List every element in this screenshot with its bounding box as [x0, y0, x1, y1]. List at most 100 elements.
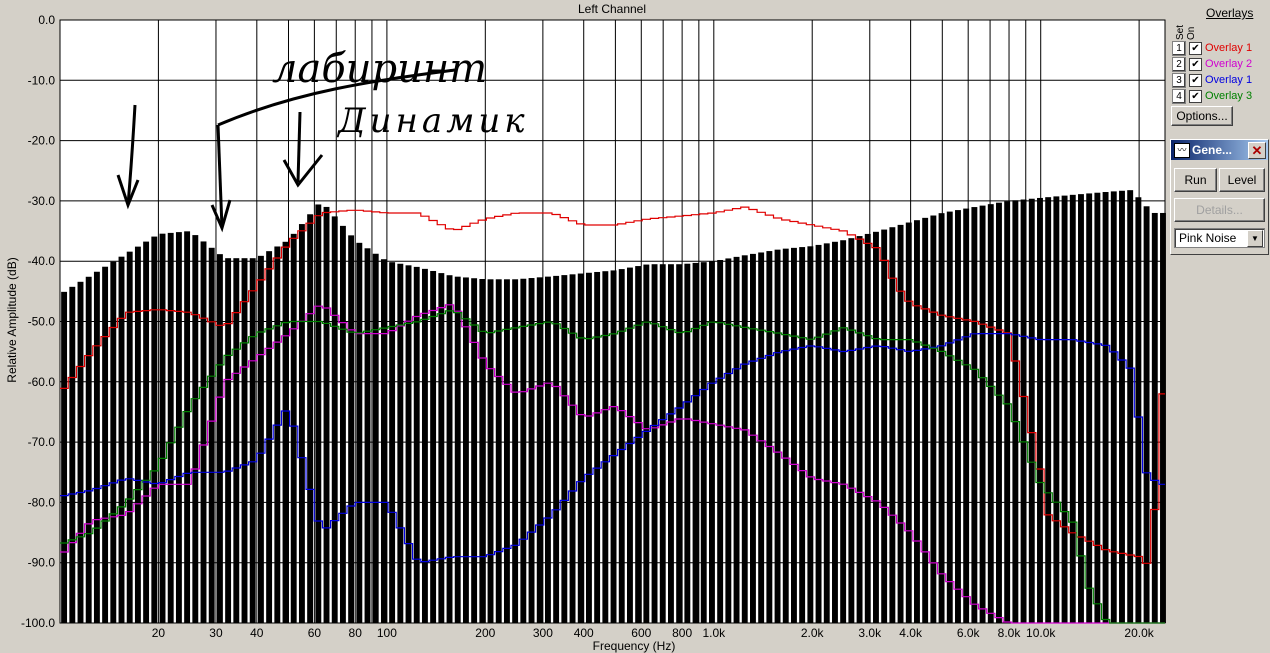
- spectrum-bar: [512, 279, 519, 623]
- spectrum-bar: [651, 264, 658, 623]
- level-button[interactable]: Level: [1219, 168, 1265, 192]
- spectrum-bar: [446, 275, 453, 623]
- spectrum-bar: [126, 251, 133, 623]
- overlay-set-button-3[interactable]: 3: [1172, 73, 1186, 88]
- spectrum-bar: [1061, 195, 1068, 624]
- overlay-row-3: 3 ✔ Overlay 1: [1172, 73, 1268, 88]
- spectrum-bar: [1078, 194, 1084, 624]
- overlay-checkbox-3[interactable]: ✔: [1189, 74, 1202, 87]
- spectrum-bar: [274, 246, 281, 623]
- spectrum-bar: [602, 271, 609, 623]
- y-axis-ticks: 0.0 -10.0 -20.0 -30.0 -40.0 -50.0 -60.0 -70.0 -8…: [21, 13, 55, 630]
- spectrum-bar: [782, 248, 789, 624]
- y-tick-label: 0.0: [38, 13, 55, 27]
- spectrum-bar: [159, 233, 166, 623]
- y-tick-label: -20.0: [28, 134, 56, 148]
- x-tick-label: 60: [308, 626, 322, 640]
- spectrum-bar: [184, 231, 191, 623]
- spectrum-bar: [266, 251, 273, 623]
- x-tick-label: 1.0k: [702, 626, 726, 640]
- spectrum-bar: [864, 233, 871, 623]
- spectrum-bar: [667, 264, 674, 623]
- details-button[interactable]: Details...: [1174, 198, 1265, 222]
- y-axis-label: Relative Amplitude (dB): [5, 257, 19, 382]
- spectrum-bar: [848, 238, 855, 623]
- spectrum-bar: [971, 207, 978, 623]
- spectrum-bar: [307, 214, 314, 623]
- spectrum-bar: [1135, 197, 1142, 624]
- spectrum-bar: [339, 225, 346, 624]
- y-tick-label: -30.0: [28, 194, 56, 208]
- spectrum-bar: [955, 210, 961, 623]
- generator-titlebar[interactable]: 〰 Gene... ✕: [1171, 140, 1268, 160]
- y-tick-label: -10.0: [28, 73, 56, 87]
- spectrum-bar: [635, 266, 642, 623]
- spectrum-bar: [487, 279, 494, 623]
- spectrum-bar: [1151, 212, 1158, 623]
- spectrum-bar: [315, 204, 322, 623]
- spectrum-bar: [1069, 194, 1076, 623]
- spectrum-bar: [372, 253, 379, 624]
- spectrum-bar: [430, 270, 437, 623]
- spectrum-bar: [791, 247, 797, 624]
- overlay-set-button-2[interactable]: 2: [1172, 57, 1186, 72]
- x-tick-label: 10.0k: [1026, 626, 1056, 640]
- close-icon[interactable]: ✕: [1248, 142, 1266, 159]
- overlay-label-4: Overlay 3: [1205, 90, 1253, 102]
- run-button[interactable]: Run: [1174, 168, 1217, 192]
- spectrum-bar: [881, 229, 888, 623]
- overlay-checkbox-1[interactable]: ✔: [1189, 42, 1202, 55]
- spectrum-bar: [914, 220, 920, 624]
- spectrum-bar: [577, 273, 584, 623]
- x-tick-label: 400: [574, 626, 594, 640]
- spectrum-bar: [225, 258, 232, 623]
- spectrum-bar: [405, 265, 412, 623]
- spectrum-bar: [897, 224, 904, 623]
- x-tick-label: 6.0k: [957, 626, 981, 640]
- x-axis-label: Frequency (Hz): [593, 639, 676, 653]
- spectrum-bar: [389, 262, 396, 623]
- spectrum-bar: [93, 271, 100, 623]
- spectrum-bar: [282, 241, 289, 623]
- x-tick-label: 20.0k: [1124, 626, 1154, 640]
- spectrum-bar: [823, 243, 830, 623]
- x-tick-label: 600: [631, 626, 651, 640]
- overlay-set-button-4[interactable]: 4: [1172, 89, 1186, 104]
- spectrum-bar: [594, 271, 601, 623]
- spectrum-bar: [536, 277, 543, 623]
- spectrum-bar: [364, 248, 371, 623]
- spectrum-bar: [356, 242, 363, 623]
- spectrum-bar: [413, 266, 420, 623]
- spectrum-bar: [905, 222, 912, 623]
- y-tick-label: -40.0: [28, 254, 56, 268]
- x-tick-label: 800: [672, 626, 692, 640]
- spectrum-bar: [1012, 200, 1019, 623]
- generator-window: 〰 Gene... ✕ Run Level Details... Pink No…: [1170, 139, 1269, 255]
- options-button[interactable]: Options...: [1171, 106, 1233, 126]
- spectrum-bar: [257, 255, 264, 624]
- overlay-checkbox-4[interactable]: ✔: [1189, 90, 1202, 103]
- spectrum-bar: [889, 227, 896, 623]
- overlay-row-2: 2 ✔ Overlay 2: [1172, 57, 1268, 72]
- spectrum-bar: [1110, 191, 1117, 624]
- spectrum-bar: [774, 249, 781, 623]
- signal-select[interactable]: Pink Noise ▼: [1174, 228, 1265, 248]
- spectrum-bar: [930, 215, 937, 623]
- spectrum-bar: [421, 268, 428, 623]
- signal-select-value: Pink Noise: [1179, 231, 1237, 245]
- overlay-checkbox-2[interactable]: ✔: [1189, 58, 1202, 71]
- spectrum-bar: [118, 256, 125, 623]
- x-tick-label: 2.0k: [801, 626, 825, 640]
- chart-title: Left Channel: [578, 2, 646, 16]
- generator-title: Gene...: [1192, 143, 1233, 157]
- x-tick-label: 30: [209, 626, 223, 640]
- overlay-set-button-1[interactable]: 1: [1172, 41, 1186, 56]
- spectrum-bar: [77, 281, 84, 623]
- spectrum-bar: [298, 224, 305, 624]
- spectrum-bar: [290, 233, 297, 623]
- chevron-down-icon[interactable]: ▼: [1247, 230, 1263, 247]
- spectrum-bar: [807, 246, 814, 624]
- spectrum-bar: [815, 244, 822, 623]
- spectrum-bar: [348, 235, 355, 623]
- spectrum-bar: [102, 266, 109, 623]
